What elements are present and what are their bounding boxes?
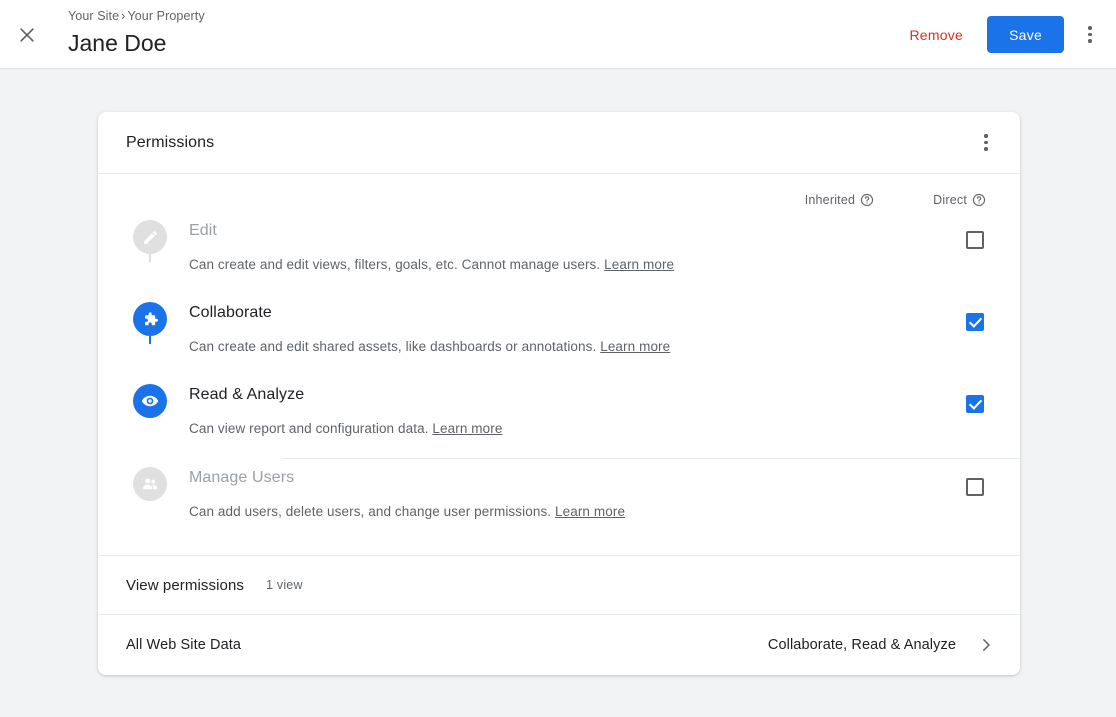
permission-checkboxes [849, 294, 986, 331]
people-icon [133, 467, 167, 501]
more-vert-icon-dot [1088, 26, 1092, 30]
help-circle-icon[interactable] [860, 193, 874, 207]
page-title: Jane Doe [68, 30, 167, 56]
permission-row-read-analyze[interactable]: Read & Analyze Can view report and confi… [98, 376, 1020, 458]
pencil-icon [133, 220, 167, 254]
permission-description-text: Can create and edit views, filters, goal… [189, 257, 601, 272]
learn-more-link[interactable]: Learn more [600, 339, 670, 354]
permission-description: Can create and edit views, filters, goal… [189, 255, 849, 275]
column-header-inherited-label: Inherited [804, 193, 856, 207]
breadcrumb: Your Site › Your Property [68, 8, 205, 24]
permission-row-manage-users[interactable]: Manage Users Can add users, delete users… [98, 459, 1020, 555]
save-button[interactable]: Save [987, 16, 1064, 53]
permission-description: Can view report and configuration data. … [189, 419, 849, 439]
permission-name: Manage Users [189, 469, 295, 486]
permission-text: Edit Can create and edit views, filters,… [174, 212, 849, 275]
direct-cell [964, 313, 986, 331]
chevron-right-icon[interactable] [974, 633, 998, 657]
eye-icon [133, 384, 167, 418]
direct-checkbox-collaborate[interactable] [966, 313, 984, 331]
permission-description-text: Can create and edit shared assets, like … [189, 339, 597, 354]
permission-row-edit[interactable]: Edit Can create and edit views, filters,… [98, 212, 1020, 294]
permission-group-primary: Edit Can create and edit views, filters,… [98, 212, 1020, 458]
view-permissions-title: View permissions [126, 576, 245, 594]
direct-checkbox-manage-users[interactable] [966, 478, 984, 496]
card-more-options-button[interactable] [968, 125, 1004, 161]
column-header-inherited: Inherited [805, 193, 874, 207]
direct-cell [964, 231, 986, 249]
breadcrumb-property[interactable]: Your Property [127, 9, 204, 23]
permission-description-text: Can add users, delete users, and change … [189, 504, 552, 519]
inherited-cell [849, 478, 871, 496]
inherited-cell [849, 395, 871, 413]
view-name: All Web Site Data [126, 637, 242, 653]
permission-row-collaborate[interactable]: Collaborate Can create and edit shared a… [98, 294, 1020, 376]
more-options-button[interactable] [1072, 17, 1108, 53]
card-title: Permissions [126, 133, 215, 151]
direct-cell [964, 478, 986, 496]
permission-name: Read & Analyze [189, 386, 305, 403]
permission-icon-column [126, 459, 174, 501]
permission-checkboxes [849, 212, 986, 249]
direct-checkbox-read-analyze[interactable] [966, 395, 984, 413]
inherited-checkbox-placeholder [851, 478, 869, 496]
permission-icon-column [126, 376, 174, 418]
more-vert-icon-dot [984, 134, 988, 138]
view-permissions-summary: Collaborate, Read & Analyze [767, 637, 956, 653]
learn-more-link[interactable]: Learn more [555, 504, 625, 519]
view-permissions-count: 1 view [266, 578, 303, 592]
column-header-direct: Direct [933, 193, 986, 207]
view-permissions-header: View permissions 1 view [98, 556, 1020, 614]
close-button[interactable] [10, 18, 44, 52]
more-vert-icon-dot [1088, 32, 1092, 37]
top-app-bar: Your Site › Your Property Jane Doe Remove … [0, 0, 1116, 69]
timeline-connector [149, 336, 151, 344]
permission-checkboxes [849, 459, 986, 496]
more-vert-icon-dot [1088, 39, 1092, 43]
permission-column-headers: Inherited Direct [98, 174, 1020, 212]
permission-icon-column [126, 212, 174, 262]
help-circle-icon[interactable] [972, 193, 986, 207]
permission-description-text: Can view report and configuration data. [189, 421, 429, 436]
topbar-actions: Remove Save [897, 0, 1116, 69]
inherited-checkbox-placeholder [851, 313, 869, 331]
direct-cell [964, 395, 986, 413]
timeline-connector [149, 254, 151, 262]
column-header-direct-label: Direct [933, 193, 967, 207]
permission-text: Collaborate Can create and edit shared a… [174, 294, 849, 357]
close-icon [17, 25, 37, 45]
inherited-cell [849, 231, 871, 249]
permission-name: Collaborate [189, 304, 272, 321]
permission-text: Manage Users Can add users, delete users… [174, 459, 849, 522]
remove-button[interactable]: Remove [897, 18, 975, 52]
view-list-item[interactable]: All Web Site Data Collaborate, Read & An… [98, 615, 1020, 675]
permission-description: Can add users, delete users, and change … [189, 502, 849, 522]
permission-icon-column [126, 294, 174, 344]
more-vert-icon-dot [984, 140, 988, 145]
inherited-checkbox-placeholder [851, 231, 869, 249]
direct-checkbox-edit[interactable] [966, 231, 984, 249]
permission-text: Read & Analyze Can view report and confi… [174, 376, 849, 439]
learn-more-link[interactable]: Learn more [432, 421, 502, 436]
inherited-checkbox-placeholder [851, 395, 869, 413]
permission-checkboxes [849, 376, 986, 413]
inherited-cell [849, 313, 871, 331]
breadcrumb-account[interactable]: Your Site [68, 9, 119, 23]
card-header: Permissions [98, 112, 1020, 174]
learn-more-link[interactable]: Learn more [604, 257, 674, 272]
more-vert-icon-dot [984, 147, 988, 151]
puzzle-piece-icon [133, 302, 167, 336]
permission-description: Can create and edit shared assets, like … [189, 337, 849, 357]
permissions-card: Permissions Inherited Direct Edit Can cr… [98, 112, 1020, 675]
permission-name: Edit [189, 222, 217, 239]
title-block: Your Site › Your Property Jane Doe [68, 8, 205, 59]
